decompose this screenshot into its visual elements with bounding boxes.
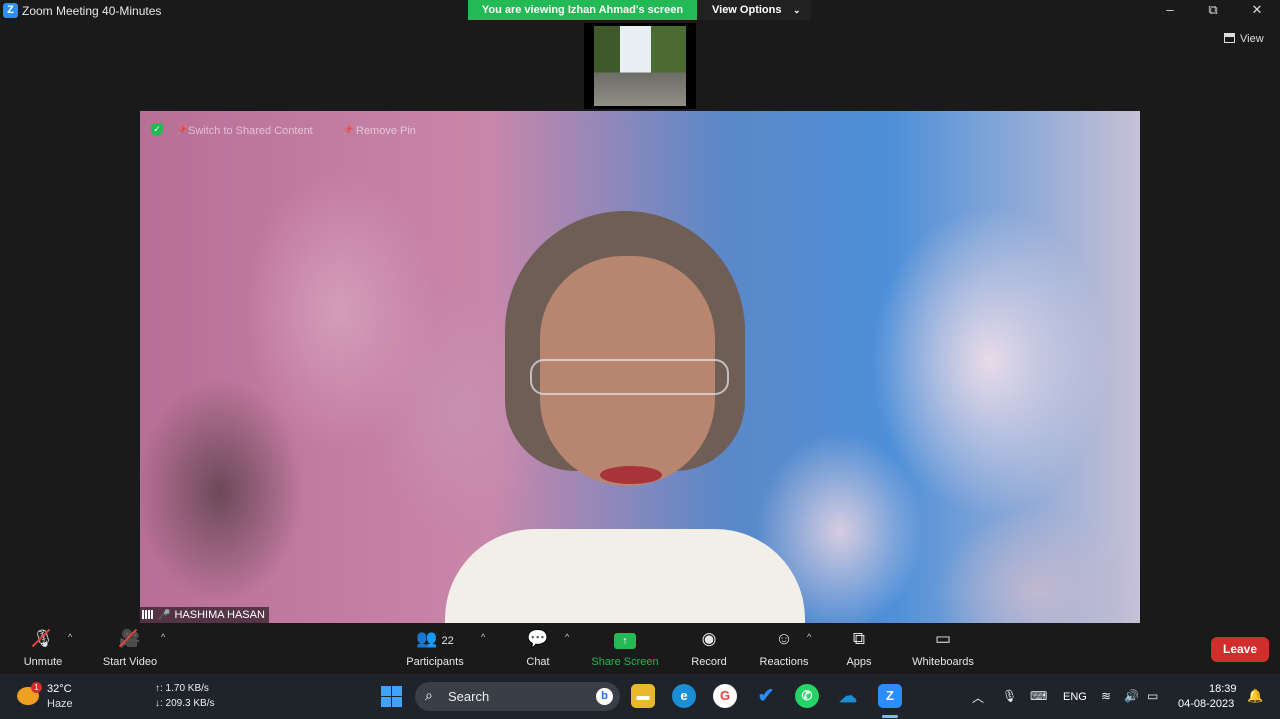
microphone-tray-icon[interactable]: 🎙 [1002,689,1017,703]
signal-bars-icon [142,610,154,619]
reactions-button[interactable]: ☺ Reactions [757,624,811,674]
zoom-taskbar-icon[interactable]: Z [878,684,902,708]
main-video-tile [140,111,1140,623]
thumbnail-image [594,26,686,106]
participant-name: HASHIMA HASAN [174,609,265,621]
meeting-controls-bar: 🎙 Unmute ^ 🎥 Start Video ^ 👥 22 Participa… [0,624,1280,674]
windows-start-icon[interactable] [381,686,402,707]
reactions-caret-icon[interactable]: ^ [807,632,811,642]
start-video-label: Start Video [102,656,158,668]
weather-description[interactable]: Haze [47,698,73,710]
window-title: Zoom Meeting 40-Minutes [22,4,162,18]
shield-check-icon: ✓ [151,123,163,136]
minimize-button[interactable]: – [1150,0,1190,20]
unmute-label: Unmute [23,656,63,668]
record-button[interactable]: ◉ Record [688,624,730,674]
audio-options-caret-icon[interactable]: ^ [68,632,72,642]
search-icon: ⌕ [425,687,433,703]
share-screen-button[interactable]: ↑ Share Screen [590,624,660,674]
muted-microphone-icon: 🎙 [18,627,68,651]
whatsapp-icon[interactable]: ✆ [795,684,819,708]
participants-icon: 👥 22 [416,629,454,648]
weather-temperature[interactable]: 32°C [47,683,72,695]
whiteboards-button[interactable]: ▭ Whiteboards [907,624,979,674]
chat-bubble-icon: 💬 [527,629,549,648]
start-video-button[interactable]: 🎥 Start Video [100,624,160,674]
chevron-down-icon: ⌄ [793,5,801,15]
unpin-icon: 📌 [342,125,355,136]
leave-button[interactable]: Leave [1211,637,1269,662]
input-language[interactable]: ENG [1063,691,1087,703]
network-upload-speed: ↑: 1.70 KB/s [155,683,209,694]
network-download-speed: ↓: 209.3 KB/s [155,698,215,709]
file-explorer-icon[interactable]: ▬ [631,684,655,708]
apps-label: Apps [846,656,872,668]
volume-icon[interactable]: 🔊 [1124,689,1139,703]
record-label: Record [691,656,727,668]
view-options-button[interactable]: View Options ⌄ [697,0,811,20]
video-off-icon: 🎥 [100,627,160,651]
zoom-logo-icon: Z [3,3,18,18]
search-label: Search [448,689,490,704]
record-icon: ◉ [701,629,717,648]
apps-button[interactable]: ⧉ Apps [842,624,876,674]
chrome-browser-icon[interactable]: G [713,684,737,708]
clock-date[interactable]: 04-08-2023 [1178,698,1234,710]
video-options-caret-icon[interactable]: ^ [161,632,165,642]
wifi-icon[interactable]: ≋ [1101,689,1111,703]
participant-name-tag: 🎤 HASHIMA HASAN [140,607,269,623]
whiteboard-icon: ▭ [934,629,952,648]
close-button[interactable]: ✕ [1237,0,1277,20]
taskbar-search-box[interactable]: ⌕ Search b [415,682,620,711]
restore-button[interactable]: ⧉ [1193,0,1233,20]
battery-icon[interactable]: ▭ [1147,689,1158,703]
chat-caret-icon[interactable]: ^ [565,632,569,642]
gallery-view-icon [1224,33,1235,43]
smiley-plus-icon: ☺ [775,629,793,648]
view-button[interactable]: View [1224,33,1264,45]
whiteboards-label: Whiteboards [912,656,974,668]
onedrive-cloud-icon[interactable]: ☁ [836,684,860,708]
show-hidden-icons-chevron-icon[interactable]: ︿ [972,689,984,706]
edge-browser-icon[interactable]: e [672,684,696,708]
view-options-label: View Options [712,4,782,16]
active-app-indicator [882,715,898,718]
chat-button[interactable]: 💬 Chat [520,624,556,674]
notification-bell-icon[interactable]: 🔔 [1247,688,1263,704]
todo-check-icon[interactable]: ✔ [754,684,778,708]
unmute-button[interactable]: 🎙 Unmute [18,624,68,674]
notification-badge: 1 [31,682,42,693]
chat-label: Chat [526,656,550,668]
participant-video-figure [445,211,855,623]
viewing-screen-banner: You are viewing Izhan Ahmad's screen [468,0,697,20]
muted-mic-icon: 🎤 [158,610,171,621]
participants-count: 22 [441,635,454,647]
share-screen-icon: ↑ [590,627,660,651]
participants-label: Participants [406,656,464,668]
reactions-label: Reactions [759,656,809,668]
switch-to-shared-content-button[interactable]: Switch to Shared Content [188,125,313,137]
participants-caret-icon[interactable]: ^ [481,632,485,642]
view-label: View [1240,33,1264,45]
apps-icon: ⧉ [852,629,866,648]
remove-pin-button[interactable]: Remove Pin [356,125,416,137]
shared-screen-thumbnail[interactable] [584,23,696,109]
keyboard-icon[interactable]: ⌨ [1030,689,1047,703]
pin-icon: 📌 [176,125,189,136]
bing-icon[interactable]: b [596,688,613,705]
clock-time[interactable]: 18:39 [1209,683,1237,695]
share-screen-label: Share Screen [591,656,659,668]
participants-button[interactable]: 👥 22 Participants [403,624,467,674]
